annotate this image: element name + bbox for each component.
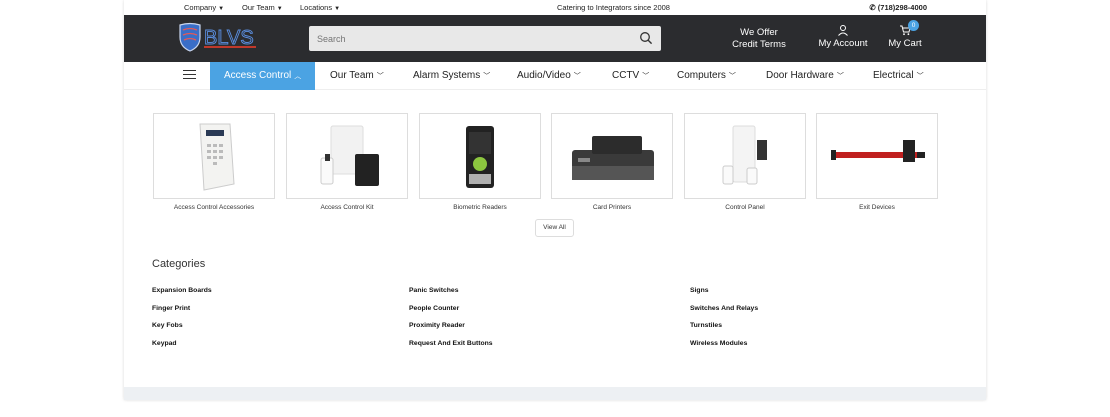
my-account-label: My Account [818, 38, 868, 49]
product-label: Control Panel [725, 204, 765, 211]
product-image [286, 113, 408, 199]
product-image [153, 113, 275, 199]
product-tile-card-printers[interactable]: Card Printers [551, 113, 673, 211]
access-kit-product-icon [320, 125, 379, 186]
logo-wordmark: BLVS [204, 27, 254, 49]
product-label: Access Control Accessories [173, 204, 255, 211]
my-account-link[interactable]: My Account [814, 24, 872, 49]
categories-heading: Categories [152, 258, 206, 270]
product-image [551, 113, 673, 199]
nav-access-control[interactable]: Access Control ︿ [210, 62, 316, 90]
chevron-down-icon: ﹀ [836, 73, 844, 80]
nav-alarm-systems[interactable]: Alarm Systems ﹀ [413, 62, 490, 90]
phone-link[interactable]: ✆ (718)298-4000 [869, 3, 927, 12]
chevron-down-icon: ﹀ [728, 73, 736, 80]
caret-down-icon: ▼ [334, 6, 341, 12]
page-footer-strip [124, 387, 986, 400]
nav-label: Our Team [330, 70, 374, 81]
control-panel-product-icon [722, 125, 767, 185]
credit-terms-link[interactable]: We Offer Credit Terms [729, 27, 789, 51]
view-all-button[interactable]: View All [535, 219, 574, 237]
nav-label: Door Hardware [766, 70, 834, 81]
main-nav: Access Control ︿ Our Team ﹀ Alarm Systems ﹀… [124, 62, 986, 90]
product-tile-control-panel[interactable]: Control Panel [684, 113, 806, 211]
product-image [816, 113, 938, 199]
hamburger-menu-icon[interactable] [183, 70, 196, 80]
page: Company ▼ Our Team ▼ Locations ▼ Catering t… [0, 0, 1110, 417]
search-input[interactable] [309, 26, 629, 51]
category-link[interactable]: Switches And Relays [690, 305, 758, 312]
product-image [419, 113, 541, 199]
product-tile-biometric-readers[interactable]: Biometric Readers [419, 113, 541, 211]
product-tile-access-control-kit[interactable]: Access Control Kit [286, 113, 408, 211]
category-link[interactable]: Proximity Reader [409, 322, 465, 329]
category-link[interactable]: People Counter [409, 305, 459, 312]
cart-count-badge: 0 [908, 20, 919, 31]
logo-graphic: BLVS [179, 22, 256, 52]
nav-computers[interactable]: Computers ﹀ [677, 62, 736, 90]
category-link[interactable]: Request And Exit Buttons [409, 340, 493, 347]
category-link[interactable]: Signs [690, 287, 709, 294]
product-label: Exit Devices [859, 204, 895, 211]
chevron-down-icon: ﹀ [483, 73, 491, 80]
topbar-link-label: Locations [300, 3, 333, 12]
my-cart-link[interactable]: 0 My Cart [884, 20, 926, 49]
product-tile-access-control-accessories[interactable]: Access Control Accessories [153, 113, 275, 211]
search-icon[interactable] [639, 31, 653, 45]
site-frame: Company ▼ Our Team ▼ Locations ▼ Catering t… [124, 0, 986, 400]
exit-device-product-icon [831, 140, 925, 162]
category-link[interactable]: Keypad [152, 340, 177, 347]
biometric-reader-product-icon [466, 126, 494, 188]
topbar-our-team-link[interactable]: Our Team ▼ [242, 3, 283, 12]
product-image [684, 113, 806, 199]
topbar-locations-link[interactable]: Locations ▼ [300, 3, 340, 12]
my-cart-label: My Cart [888, 38, 922, 49]
nav-audio-video[interactable]: Audio/Video ﹀ [517, 62, 581, 90]
offer-line2: Credit Terms [732, 39, 786, 50]
nav-door-hardware[interactable]: Door Hardware ﹀ [766, 62, 844, 90]
nav-label: CCTV [612, 70, 640, 81]
category-link[interactable]: Expansion Boards [152, 287, 212, 294]
category-link[interactable]: Finger Print [152, 305, 190, 312]
product-label: Access Control Kit [320, 204, 374, 211]
card-printer-product-icon [572, 136, 654, 180]
keypad-product-icon [199, 123, 235, 191]
product-tile-exit-devices[interactable]: Exit Devices [816, 113, 938, 211]
phone-icon: ✆ [869, 3, 878, 12]
nav-label: Alarm Systems [413, 70, 481, 81]
nav-label: Access Control [224, 70, 292, 81]
nav-label: Computers [677, 70, 726, 81]
nav-cctv[interactable]: CCTV ﹀ [612, 62, 649, 90]
nav-label: Electrical [873, 70, 914, 81]
blvs-logo[interactable]: BLVS [176, 21, 258, 53]
offer-line1: We Offer [740, 27, 778, 38]
chevron-down-icon: ﹀ [916, 73, 924, 80]
search-bar [309, 26, 661, 51]
topbar-link-label: Company [184, 3, 217, 12]
nav-our-team[interactable]: Our Team ﹀ [330, 62, 384, 90]
category-link[interactable]: Wireless Modules [690, 340, 747, 347]
caret-down-icon: ▼ [276, 6, 283, 12]
header: BLVS We Offer Credit Terms My Account 0 … [124, 15, 986, 62]
phone-number: (718)298-4000 [877, 3, 927, 12]
category-link[interactable]: Turnstiles [690, 322, 722, 329]
product-label: Biometric Readers [453, 204, 507, 211]
top-bar: Company ▼ Our Team ▼ Locations ▼ Catering t… [124, 0, 986, 15]
category-link[interactable]: Key Fobs [152, 322, 183, 329]
caret-down-icon: ▼ [218, 6, 225, 12]
topbar-link-label: Our Team [242, 3, 275, 12]
product-label: Card Printers [592, 204, 632, 211]
chevron-down-icon: ﹀ [376, 73, 384, 80]
topbar-company-link[interactable]: Company ▼ [184, 3, 224, 12]
chevron-down-icon: ﹀ [642, 73, 650, 80]
tagline: Catering to Integrators since 2008 [557, 3, 670, 12]
chevron-down-icon: ﹀ [573, 73, 581, 80]
category-link[interactable]: Panic Switches [409, 287, 459, 294]
chevron-up-icon: ︿ [294, 73, 302, 80]
user-icon [838, 25, 848, 36]
nav-label: Audio/Video [517, 70, 571, 81]
nav-electrical[interactable]: Electrical ﹀ [873, 62, 924, 90]
